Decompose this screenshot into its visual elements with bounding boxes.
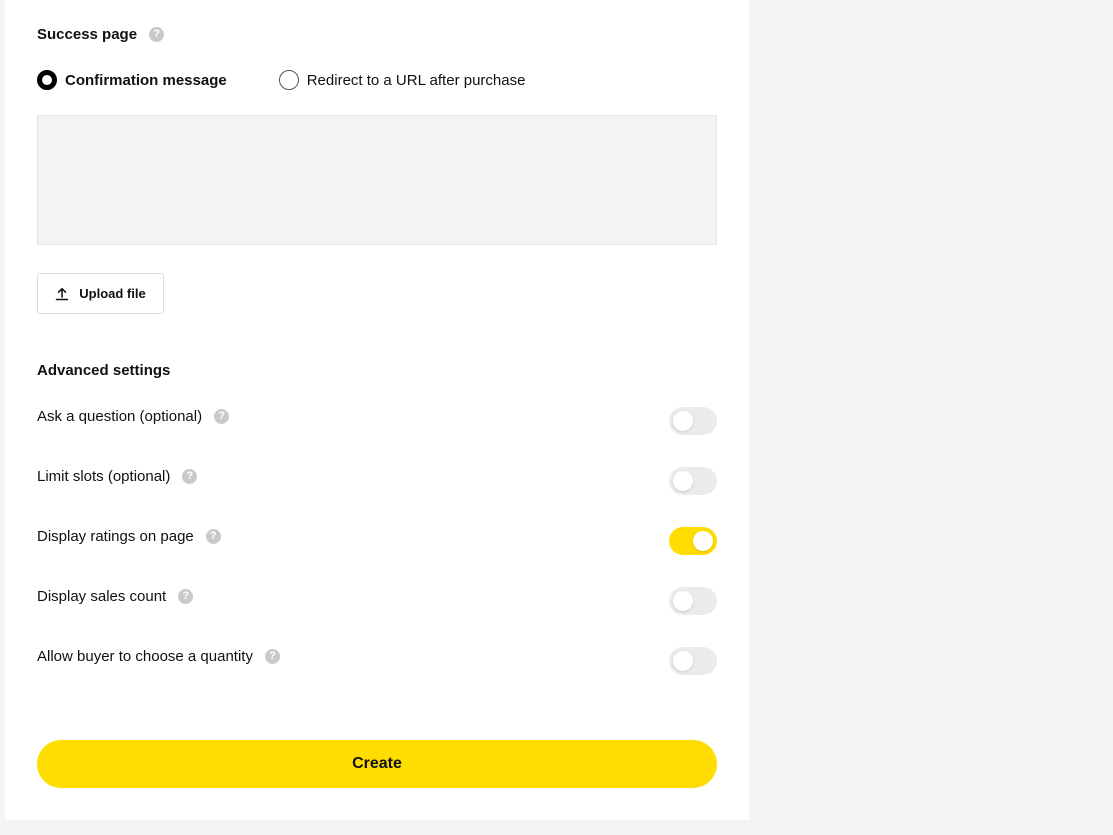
upload-file-label: Upload file: [79, 286, 146, 301]
radio-confirmation-message[interactable]: Confirmation message: [37, 70, 227, 90]
upload-file-button[interactable]: Upload file: [37, 273, 164, 314]
toggle-limit-slots[interactable]: [669, 467, 717, 495]
setting-label: Allow buyer to choose a quantity: [37, 647, 253, 665]
help-icon[interactable]: ?: [178, 588, 194, 604]
setting-display-ratings: Display ratings on page ?: [37, 525, 717, 555]
confirmation-message-input[interactable]: [37, 115, 717, 245]
setting-label: Display sales count: [37, 587, 167, 605]
radio-unchecked-icon[interactable]: [278, 70, 299, 90]
toggle-knob: [693, 531, 713, 551]
setting-ask-question: Ask a question (optional) ?: [37, 405, 717, 435]
setting-label-wrap: Allow buyer to choose a quantity ?: [37, 645, 280, 667]
radio-label: Redirect to a URL after purchase: [306, 71, 526, 89]
advanced-settings-title: Advanced settings: [37, 362, 171, 379]
toggle-knob: [673, 591, 693, 611]
help-icon[interactable]: ?: [205, 528, 221, 544]
setting-label: Display ratings on page: [37, 527, 194, 545]
toggle-display-ratings[interactable]: [669, 527, 717, 555]
help-icon[interactable]: ?: [214, 408, 230, 424]
setting-limit-slots: Limit slots (optional) ?: [37, 465, 717, 495]
help-icon[interactable]: ?: [182, 468, 198, 484]
toggle-choose-quantity[interactable]: [669, 647, 717, 675]
setting-choose-quantity: Allow buyer to choose a quantity ?: [37, 645, 717, 675]
setting-label-wrap: Display ratings on page ?: [37, 525, 221, 547]
toggle-knob: [673, 471, 693, 491]
help-icon[interactable]: ?: [149, 27, 165, 42]
toggle-ask-question[interactable]: [669, 407, 717, 435]
form-panel: Success page ? Confirmation message Redi…: [5, 0, 749, 820]
radio-label: Confirmation message: [65, 71, 227, 89]
setting-display-sales-count: Display sales count ?: [37, 585, 717, 615]
setting-label-wrap: Limit slots (optional) ?: [37, 465, 198, 487]
success-page-title: Success page: [37, 26, 138, 43]
radio-redirect-url[interactable]: Redirect to a URL after purchase: [278, 70, 526, 90]
help-icon[interactable]: ?: [264, 648, 280, 664]
setting-label-wrap: Display sales count ?: [37, 585, 194, 607]
radio-checked-icon[interactable]: [37, 70, 57, 90]
success-page-heading: Success page ?: [37, 26, 165, 43]
toggle-knob: [673, 411, 693, 431]
upload-icon: [56, 287, 69, 300]
setting-label: Limit slots (optional): [37, 467, 171, 485]
create-button[interactable]: Create: [37, 740, 717, 788]
success-page-options: Confirmation message Redirect to a URL a…: [37, 70, 525, 90]
toggle-display-sales-count[interactable]: [669, 587, 717, 615]
toggle-knob: [673, 651, 693, 671]
setting-label-wrap: Ask a question (optional) ?: [37, 405, 230, 427]
setting-label: Ask a question (optional): [37, 407, 203, 425]
